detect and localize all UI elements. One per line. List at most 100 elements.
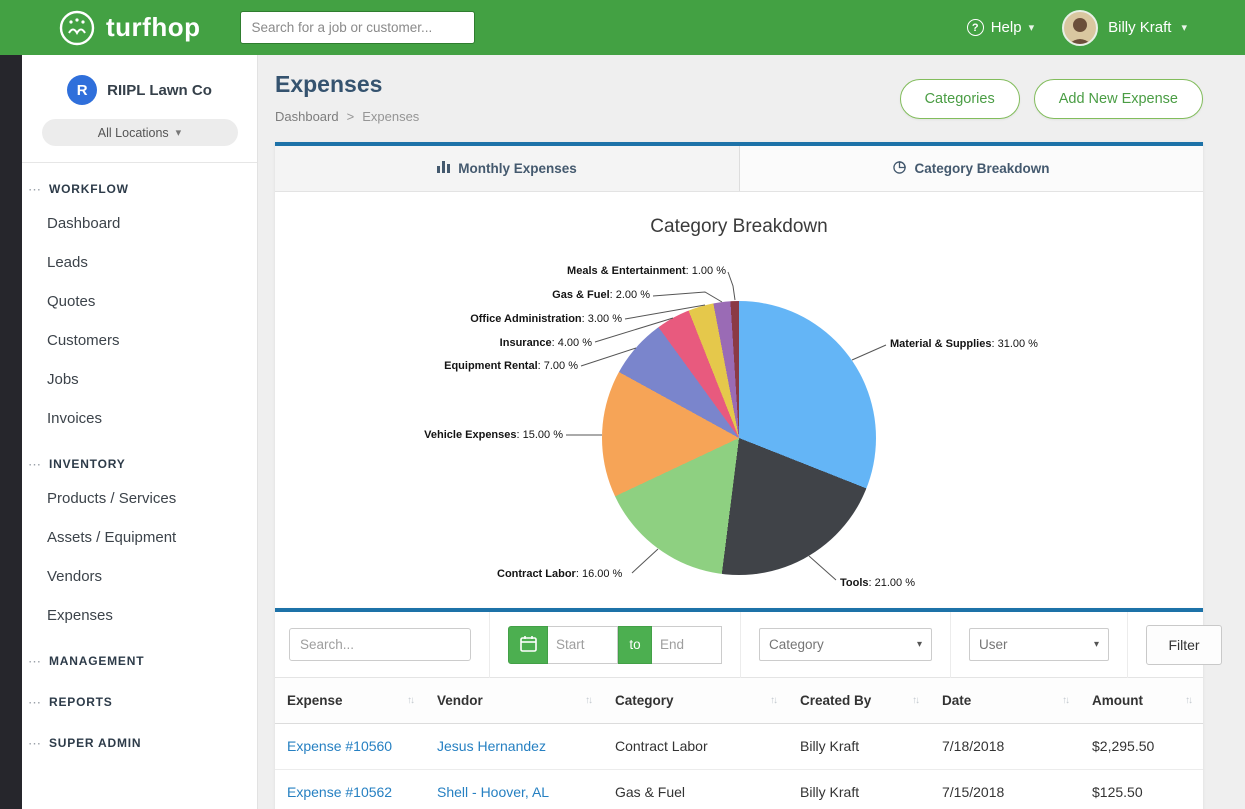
top-bar: turfhop ? Help ▾ Billy Kraft ▾ [0, 0, 1245, 55]
tab-label: Monthly Expenses [458, 161, 577, 176]
pie-label-insurance: Insurance: 4.00 % [500, 337, 592, 349]
location-label: All Locations [98, 126, 169, 140]
section-label: REPORTS [49, 695, 113, 709]
date-end-input[interactable] [652, 626, 722, 664]
sort-icon: ↑↓ [770, 695, 776, 706]
ellipsis-icon: ⋯ [28, 655, 41, 668]
global-search-input[interactable] [240, 11, 475, 44]
sidebar-section-workflow[interactable]: ⋯ WORKFLOW [22, 163, 257, 204]
left-edge-panel [0, 55, 22, 809]
sort-icon: ↑↓ [585, 695, 591, 706]
tab-monthly-expenses[interactable]: Monthly Expenses [275, 146, 739, 191]
pie-chart-icon [893, 161, 906, 177]
company-logo-icon: R [67, 75, 97, 105]
created-by-cell: Billy Kraft [788, 769, 930, 809]
pie-label-office-administration: Office Administration: 3.00 % [470, 313, 622, 325]
date-cell: 7/18/2018 [930, 723, 1080, 769]
vendor-link[interactable]: Shell - Hoover, AL [437, 784, 549, 800]
date-cell: 7/15/2018 [930, 769, 1080, 809]
date-picker-button[interactable] [508, 626, 548, 664]
sidebar: R RIIPL Lawn Co All Locations ▾ ⋯ WORKFL… [22, 55, 258, 809]
table-row: Expense #10562 Shell - Hoover, AL Gas & … [275, 769, 1203, 809]
sort-icon: ↑↓ [912, 695, 918, 706]
category-cell: Contract Labor [603, 723, 788, 769]
company-selector: R RIIPL Lawn Co [22, 55, 257, 117]
amount-cell: $125.50 [1080, 769, 1203, 809]
user-menu[interactable]: Billy Kraft ▾ [1062, 10, 1187, 46]
user-select[interactable]: User ▾ [969, 628, 1109, 661]
sidebar-item-products-services[interactable]: Products / Services [22, 479, 257, 518]
column-header-category[interactable]: Category↑↓ [603, 678, 788, 723]
sidebar-item-quotes[interactable]: Quotes [22, 282, 257, 321]
ellipsis-icon: ⋯ [28, 183, 41, 196]
column-header-expense[interactable]: Expense↑↓ [275, 678, 425, 723]
user-select-value: User [979, 637, 1008, 652]
chevron-down-icon: ▾ [1181, 21, 1187, 34]
table-search-input[interactable] [289, 628, 471, 661]
column-header-vendor[interactable]: Vendor↑↓ [425, 678, 603, 723]
help-menu[interactable]: ? Help ▾ [967, 19, 1034, 36]
category-select-value: Category [769, 637, 824, 652]
calendar-icon [520, 635, 537, 655]
sidebar-section-inventory[interactable]: ⋯ INVENTORY [22, 438, 257, 479]
chart-card: Monthly Expenses Category Breakdown Cate… [275, 142, 1203, 608]
sidebar-item-leads[interactable]: Leads [22, 243, 257, 282]
breadcrumb-separator: > [347, 109, 355, 124]
section-label: SUPER ADMIN [49, 736, 141, 750]
pie-label-meals-entertainment: Meals & Entertainment: 1.00 % [567, 265, 726, 277]
sidebar-section-super-admin[interactable]: ⋯ SUPER ADMIN [22, 717, 257, 758]
sidebar-item-assets-equipment[interactable]: Assets / Equipment [22, 518, 257, 557]
breadcrumb-dashboard[interactable]: Dashboard [275, 109, 339, 124]
column-header-date[interactable]: Date↑↓ [930, 678, 1080, 723]
help-icon: ? [967, 19, 984, 36]
vendor-link[interactable]: Jesus Hernandez [437, 738, 546, 754]
avatar [1062, 10, 1098, 46]
app-logo[interactable]: turfhop [58, 9, 200, 47]
sidebar-item-vendors[interactable]: Vendors [22, 557, 257, 596]
help-label: Help [991, 19, 1022, 36]
page-title: Expenses [275, 71, 419, 98]
chevron-down-icon: ▾ [917, 639, 922, 650]
expense-link[interactable]: Expense #10560 [287, 738, 392, 754]
date-range-to-label: to [618, 626, 652, 664]
date-start-input[interactable] [548, 626, 618, 664]
sidebar-item-jobs[interactable]: Jobs [22, 360, 257, 399]
ellipsis-icon: ⋯ [28, 696, 41, 709]
tab-label: Category Breakdown [914, 161, 1049, 176]
tab-category-breakdown[interactable]: Category Breakdown [739, 146, 1203, 191]
expense-link[interactable]: Expense #10562 [287, 784, 392, 800]
sidebar-section-reports[interactable]: ⋯ REPORTS [22, 676, 257, 717]
breadcrumb-current: Expenses [362, 109, 419, 124]
add-new-expense-button[interactable]: Add New Expense [1034, 79, 1203, 119]
column-header-amount[interactable]: Amount↑↓ [1080, 678, 1203, 723]
category-cell: Gas & Fuel [603, 769, 788, 809]
categories-button[interactable]: Categories [900, 79, 1020, 119]
expenses-table: Expense↑↓ Vendor↑↓ Category↑↓ Created By… [275, 678, 1203, 809]
chevron-down-icon: ▾ [176, 126, 182, 139]
sort-icon: ↑↓ [407, 695, 413, 706]
pie-label-gas-fuel: Gas & Fuel: 2.00 % [552, 289, 650, 301]
expenses-table-card: to Category ▾ User ▾ Filter [275, 608, 1203, 809]
sidebar-item-dashboard[interactable]: Dashboard [22, 204, 257, 243]
amount-cell: $2,295.50 [1080, 723, 1203, 769]
company-name: RIIPL Lawn Co [107, 82, 212, 99]
sidebar-item-expenses[interactable]: Expenses [22, 596, 257, 635]
date-range-picker: to [508, 626, 722, 664]
pie-label-vehicle-expenses: Vehicle Expenses: 15.00 % [424, 429, 563, 441]
ellipsis-icon: ⋯ [28, 737, 41, 750]
category-select[interactable]: Category ▾ [759, 628, 932, 661]
filter-button[interactable]: Filter [1146, 625, 1222, 665]
column-header-created-by[interactable]: Created By↑↓ [788, 678, 930, 723]
sidebar-section-management[interactable]: ⋯ MANAGEMENT [22, 635, 257, 676]
table-row: Expense #10560 Jesus Hernandez Contract … [275, 723, 1203, 769]
chevron-down-icon: ▾ [1029, 21, 1035, 34]
location-selector[interactable]: All Locations ▾ [42, 119, 238, 146]
section-label: WORKFLOW [49, 182, 129, 196]
chevron-down-icon: ▾ [1094, 639, 1099, 650]
section-label: MANAGEMENT [49, 654, 144, 668]
sidebar-item-invoices[interactable]: Invoices [22, 399, 257, 438]
pie-label-material-supplies: Material & Supplies: 31.00 % [890, 338, 1038, 350]
sidebar-item-customers[interactable]: Customers [22, 321, 257, 360]
pie-label-equipment-rental: Equipment Rental: 7.00 % [444, 360, 578, 372]
sort-icon: ↑↓ [1185, 695, 1191, 706]
